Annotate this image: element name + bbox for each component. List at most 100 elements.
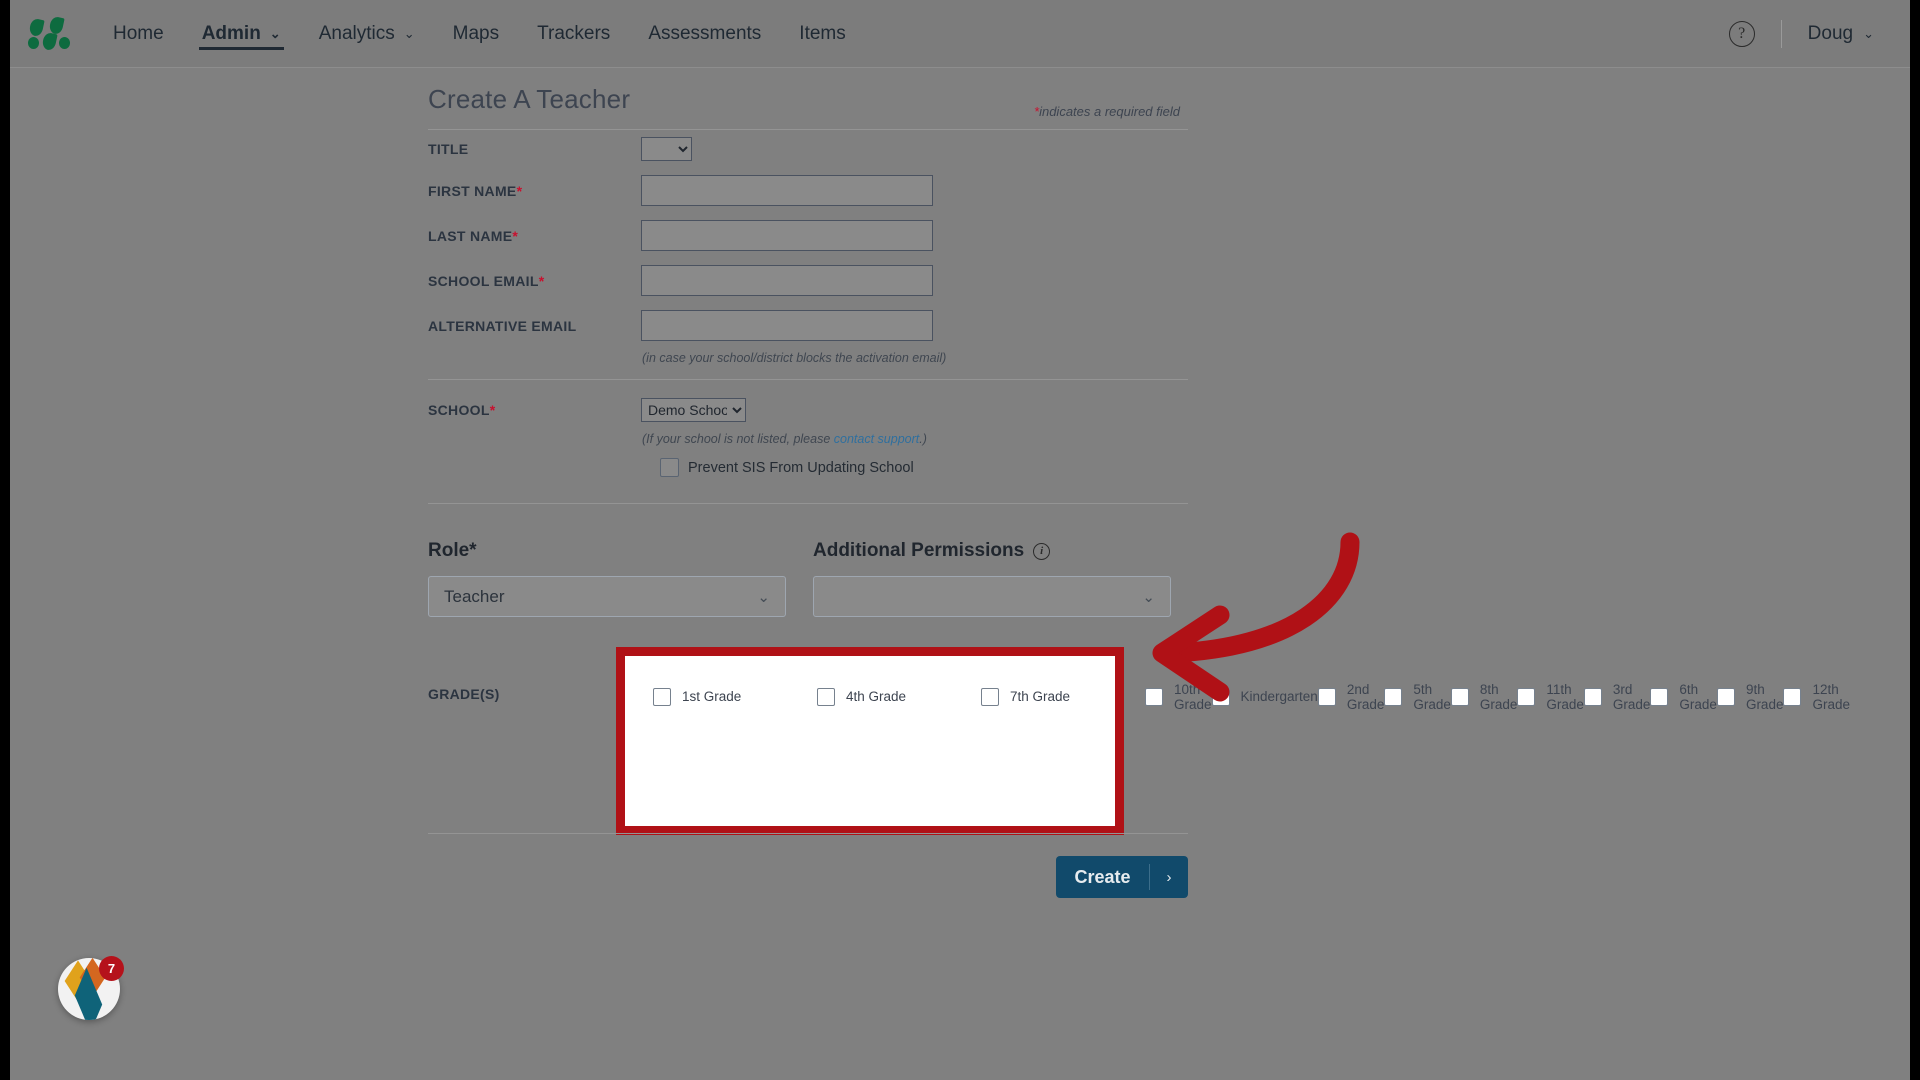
role-select[interactable]: Teacher ⌄ xyxy=(428,576,786,617)
create-button[interactable]: Create › xyxy=(1056,856,1188,898)
nav-item-home[interactable]: Home xyxy=(94,0,183,68)
grade-option-6th[interactable]: 6th Grade xyxy=(1650,682,1717,712)
grade-label: 7th Grade xyxy=(1010,689,1071,705)
chevron-down-icon: ⌄ xyxy=(757,588,770,606)
permissions-heading: Additional Permissions i xyxy=(813,540,1171,576)
help-icon[interactable]: ? xyxy=(1728,20,1755,47)
grade-option-2nd[interactable]: 2nd Grade xyxy=(1317,681,1385,712)
grade-option-1st[interactable]: 1st Grade xyxy=(653,684,817,710)
label-last-name: LAST NAME* xyxy=(428,228,641,244)
nav-item-trackers[interactable]: Trackers xyxy=(518,0,629,68)
grade-checkbox[interactable] xyxy=(1211,687,1230,706)
nav-label: Trackers xyxy=(537,22,611,44)
grade-option-9th[interactable]: 9th Grade xyxy=(1716,682,1783,712)
label-school-email: SCHOOL EMAIL* xyxy=(428,273,641,289)
nav-item-maps[interactable]: Maps xyxy=(434,0,518,68)
nav-item-admin[interactable]: Admin ⌄ xyxy=(183,0,300,68)
grades-highlight-box: 1st Grade 4th Grade 7th Grade 10th Grade… xyxy=(616,647,1850,835)
nav-label: Maps xyxy=(452,22,500,44)
alternative-email-input[interactable] xyxy=(641,310,933,341)
info-glyph: i xyxy=(1040,545,1044,557)
grade-checkbox[interactable] xyxy=(1317,687,1336,706)
title-select[interactable] xyxy=(641,137,692,161)
grade-label: 11th Grade xyxy=(1546,681,1584,712)
grade-label: 4th Grade xyxy=(846,689,907,705)
divider-after-grades xyxy=(428,833,1188,834)
grades-checkbox-grid: 1st Grade 4th Grade 7th Grade 10th Grade… xyxy=(653,681,1850,712)
user-menu[interactable]: Doug ⌄ xyxy=(1808,23,1874,45)
required-asterisk: * xyxy=(516,182,523,199)
nav-item-items[interactable]: Items xyxy=(780,0,864,68)
field-row-first-name: FIRST NAME* xyxy=(428,168,1188,213)
chevron-down-icon: ⌄ xyxy=(403,26,415,41)
field-row-school-email: SCHOOL EMAIL* xyxy=(428,258,1188,303)
grade-option-5th[interactable]: 5th Grade xyxy=(1384,682,1451,712)
grade-checkbox[interactable] xyxy=(653,687,671,706)
school-select[interactable]: Demo School xyxy=(641,398,746,422)
alternative-email-hint: (in case your school/district blocks the… xyxy=(642,351,947,365)
grade-label: Kindergarten xyxy=(1240,689,1318,705)
grade-checkbox[interactable] xyxy=(981,687,999,706)
role-heading: Role* xyxy=(428,540,477,561)
grade-label: 12th Grade xyxy=(1812,681,1850,712)
nav-item-analytics[interactable]: Analytics ⌄ xyxy=(300,0,434,68)
grade-option-12th[interactable]: 12th Grade xyxy=(1783,681,1850,712)
school-email-input[interactable] xyxy=(641,265,933,296)
label-text: SCHOOL EMAIL xyxy=(428,272,539,289)
grade-option-11th[interactable]: 11th Grade xyxy=(1517,681,1584,712)
notification-badge: 7 xyxy=(99,956,124,981)
top-navigation-bar: Home Admin ⌄ Analytics ⌄ Maps Trackers A… xyxy=(10,0,1910,68)
school-hint-suffix: .) xyxy=(919,432,927,446)
nav-item-assessments[interactable]: Assessments xyxy=(629,0,780,68)
required-field-note: *indicates a required field xyxy=(1034,104,1180,119)
grade-checkbox[interactable] xyxy=(1583,687,1602,706)
info-icon[interactable]: i xyxy=(1033,542,1051,560)
create-teacher-form: Create A Teacher *indicates a required f… xyxy=(428,84,1850,898)
grade-option-3rd[interactable]: 3rd Grade xyxy=(1583,681,1651,712)
grade-label: 2nd Grade xyxy=(1346,681,1385,712)
grade-option-10th[interactable]: 10th Grade xyxy=(1145,682,1212,712)
role-permissions-area: Role* Teacher ⌄ Additional Permissions i… xyxy=(428,504,1188,617)
nav-label: Home xyxy=(113,22,164,44)
grade-option-kindergarten[interactable]: Kindergarten xyxy=(1211,684,1318,710)
grade-checkbox[interactable] xyxy=(1650,687,1669,706)
grade-checkbox[interactable] xyxy=(1384,687,1403,706)
create-button-label: Create xyxy=(1074,866,1131,887)
user-name-label: Doug xyxy=(1807,22,1854,44)
label-text: FIRST NAME xyxy=(428,182,517,199)
permissions-select[interactable]: ⌄ xyxy=(813,576,1171,617)
contact-support-link[interactable]: contact support xyxy=(834,432,919,446)
grade-label: 8th Grade xyxy=(1479,681,1518,712)
header-right-group: ? Doug ⌄ xyxy=(1728,0,1910,68)
permissions-column: Additional Permissions i ⌄ xyxy=(813,540,1171,617)
label-title: TITLE xyxy=(428,141,469,157)
three-seeds-logo-icon[interactable] xyxy=(28,15,72,51)
prevent-sis-checkbox[interactable] xyxy=(660,458,679,477)
grade-checkbox[interactable] xyxy=(1450,687,1469,706)
first-name-input[interactable] xyxy=(641,175,933,206)
last-name-input[interactable] xyxy=(641,220,933,251)
grade-label: 3rd Grade xyxy=(1612,681,1651,712)
label-school: SCHOOL* xyxy=(428,402,641,418)
field-row-alternative-email: ALTERNATIVE EMAIL xyxy=(428,303,1188,348)
nav-label: Admin xyxy=(201,22,261,44)
chat-launcher-widget[interactable]: 7 xyxy=(58,956,124,1020)
permissions-heading-text: Additional Permissions xyxy=(813,540,1025,561)
required-note-text: indicates a required field xyxy=(1039,104,1180,119)
chevron-down-icon: ⌄ xyxy=(269,26,281,41)
grade-option-7th[interactable]: 7th Grade xyxy=(981,684,1145,710)
field-row-school: SCHOOL* Demo School xyxy=(428,380,1188,429)
label-alternative-email: ALTERNATIVE EMAIL xyxy=(428,317,577,334)
grade-checkbox[interactable] xyxy=(1517,687,1536,706)
grade-option-8th[interactable]: 8th Grade xyxy=(1450,681,1518,712)
grade-checkbox[interactable] xyxy=(817,687,835,706)
prevent-sis-row: Prevent SIS From Updating School xyxy=(660,446,1188,477)
grade-checkbox[interactable] xyxy=(1783,687,1802,706)
grade-option-4th[interactable]: 4th Grade xyxy=(817,684,981,710)
nav-label: Analytics xyxy=(318,22,395,44)
app-screen: Home Admin ⌄ Analytics ⌄ Maps Trackers A… xyxy=(10,0,1910,1080)
main-nav: Home Admin ⌄ Analytics ⌄ Maps Trackers A… xyxy=(94,0,865,68)
grade-checkbox[interactable] xyxy=(1145,687,1163,706)
grade-checkbox[interactable] xyxy=(1716,687,1735,706)
required-asterisk: * xyxy=(538,272,545,289)
